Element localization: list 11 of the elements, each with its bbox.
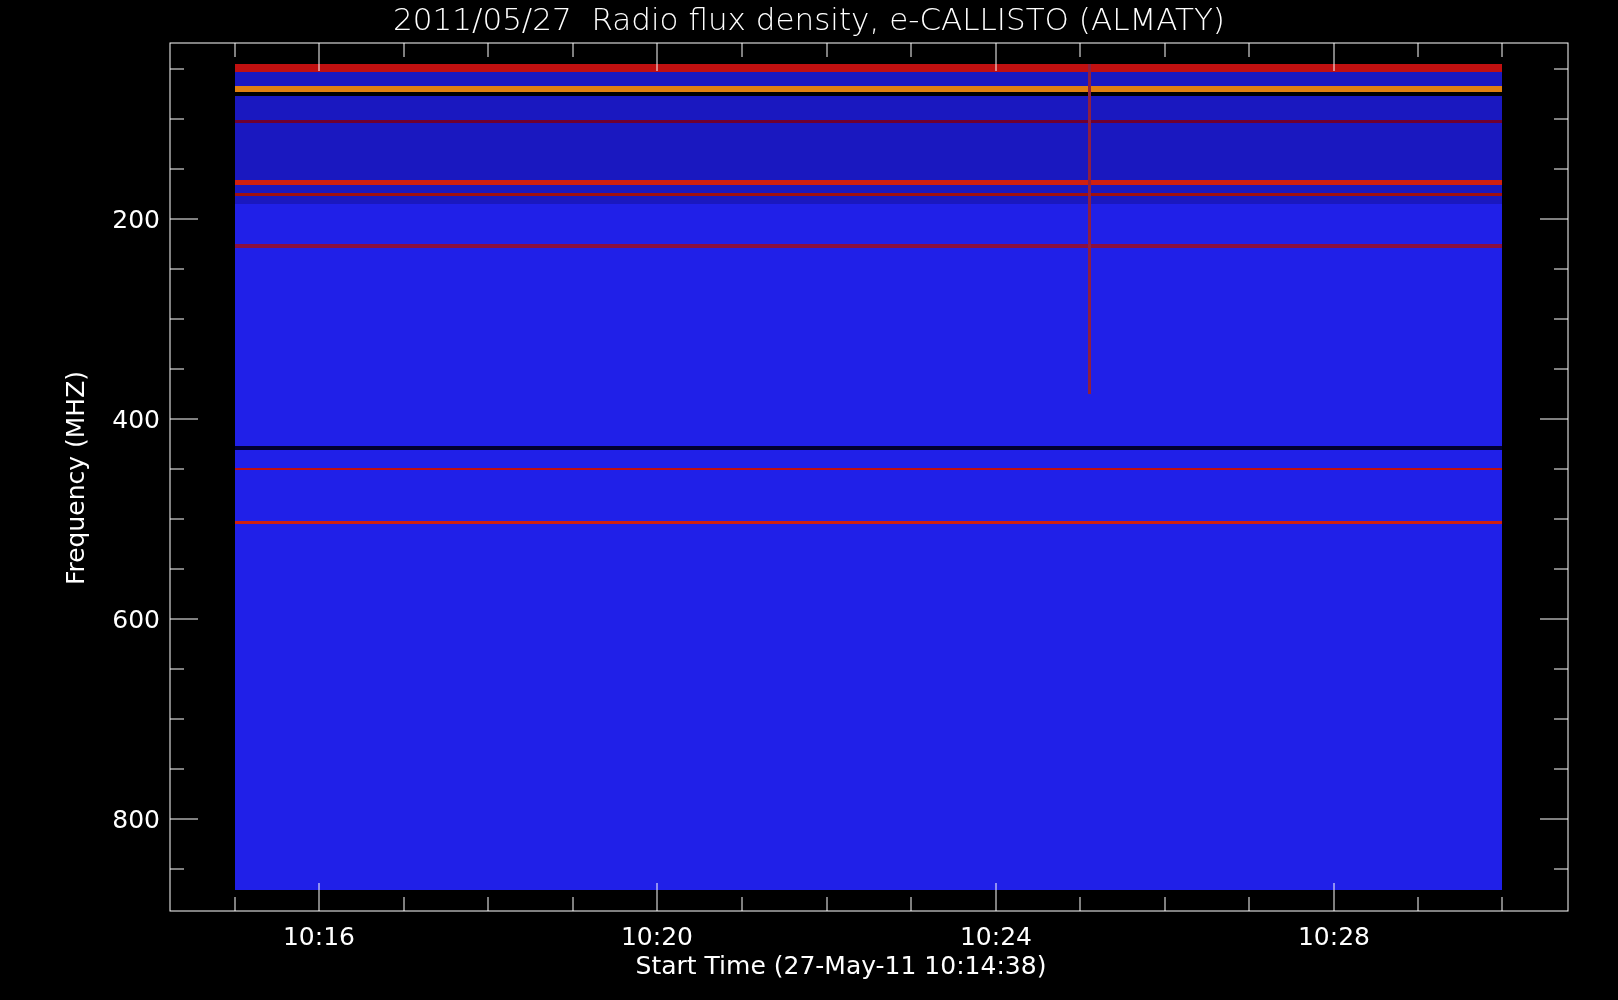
tick-label: 600 (112, 605, 160, 634)
tick-label: 400 (112, 405, 160, 434)
tick-label: 10:28 (1298, 922, 1370, 951)
axis-label: Start Time (27-May-11 10:14:38) (635, 951, 1047, 980)
tick-label: 200 (112, 205, 160, 234)
axis-label: Frequency (MHZ) (61, 370, 90, 586)
tick-label: 10:16 (283, 922, 355, 951)
tick-label: 10:20 (621, 922, 693, 951)
tick-label: 10:24 (960, 922, 1032, 951)
chart-title: 2011/05/27 Radio flux density, e-CALLISTO (ALMATY) (393, 1, 1225, 37)
tick-label: 800 (112, 805, 160, 834)
